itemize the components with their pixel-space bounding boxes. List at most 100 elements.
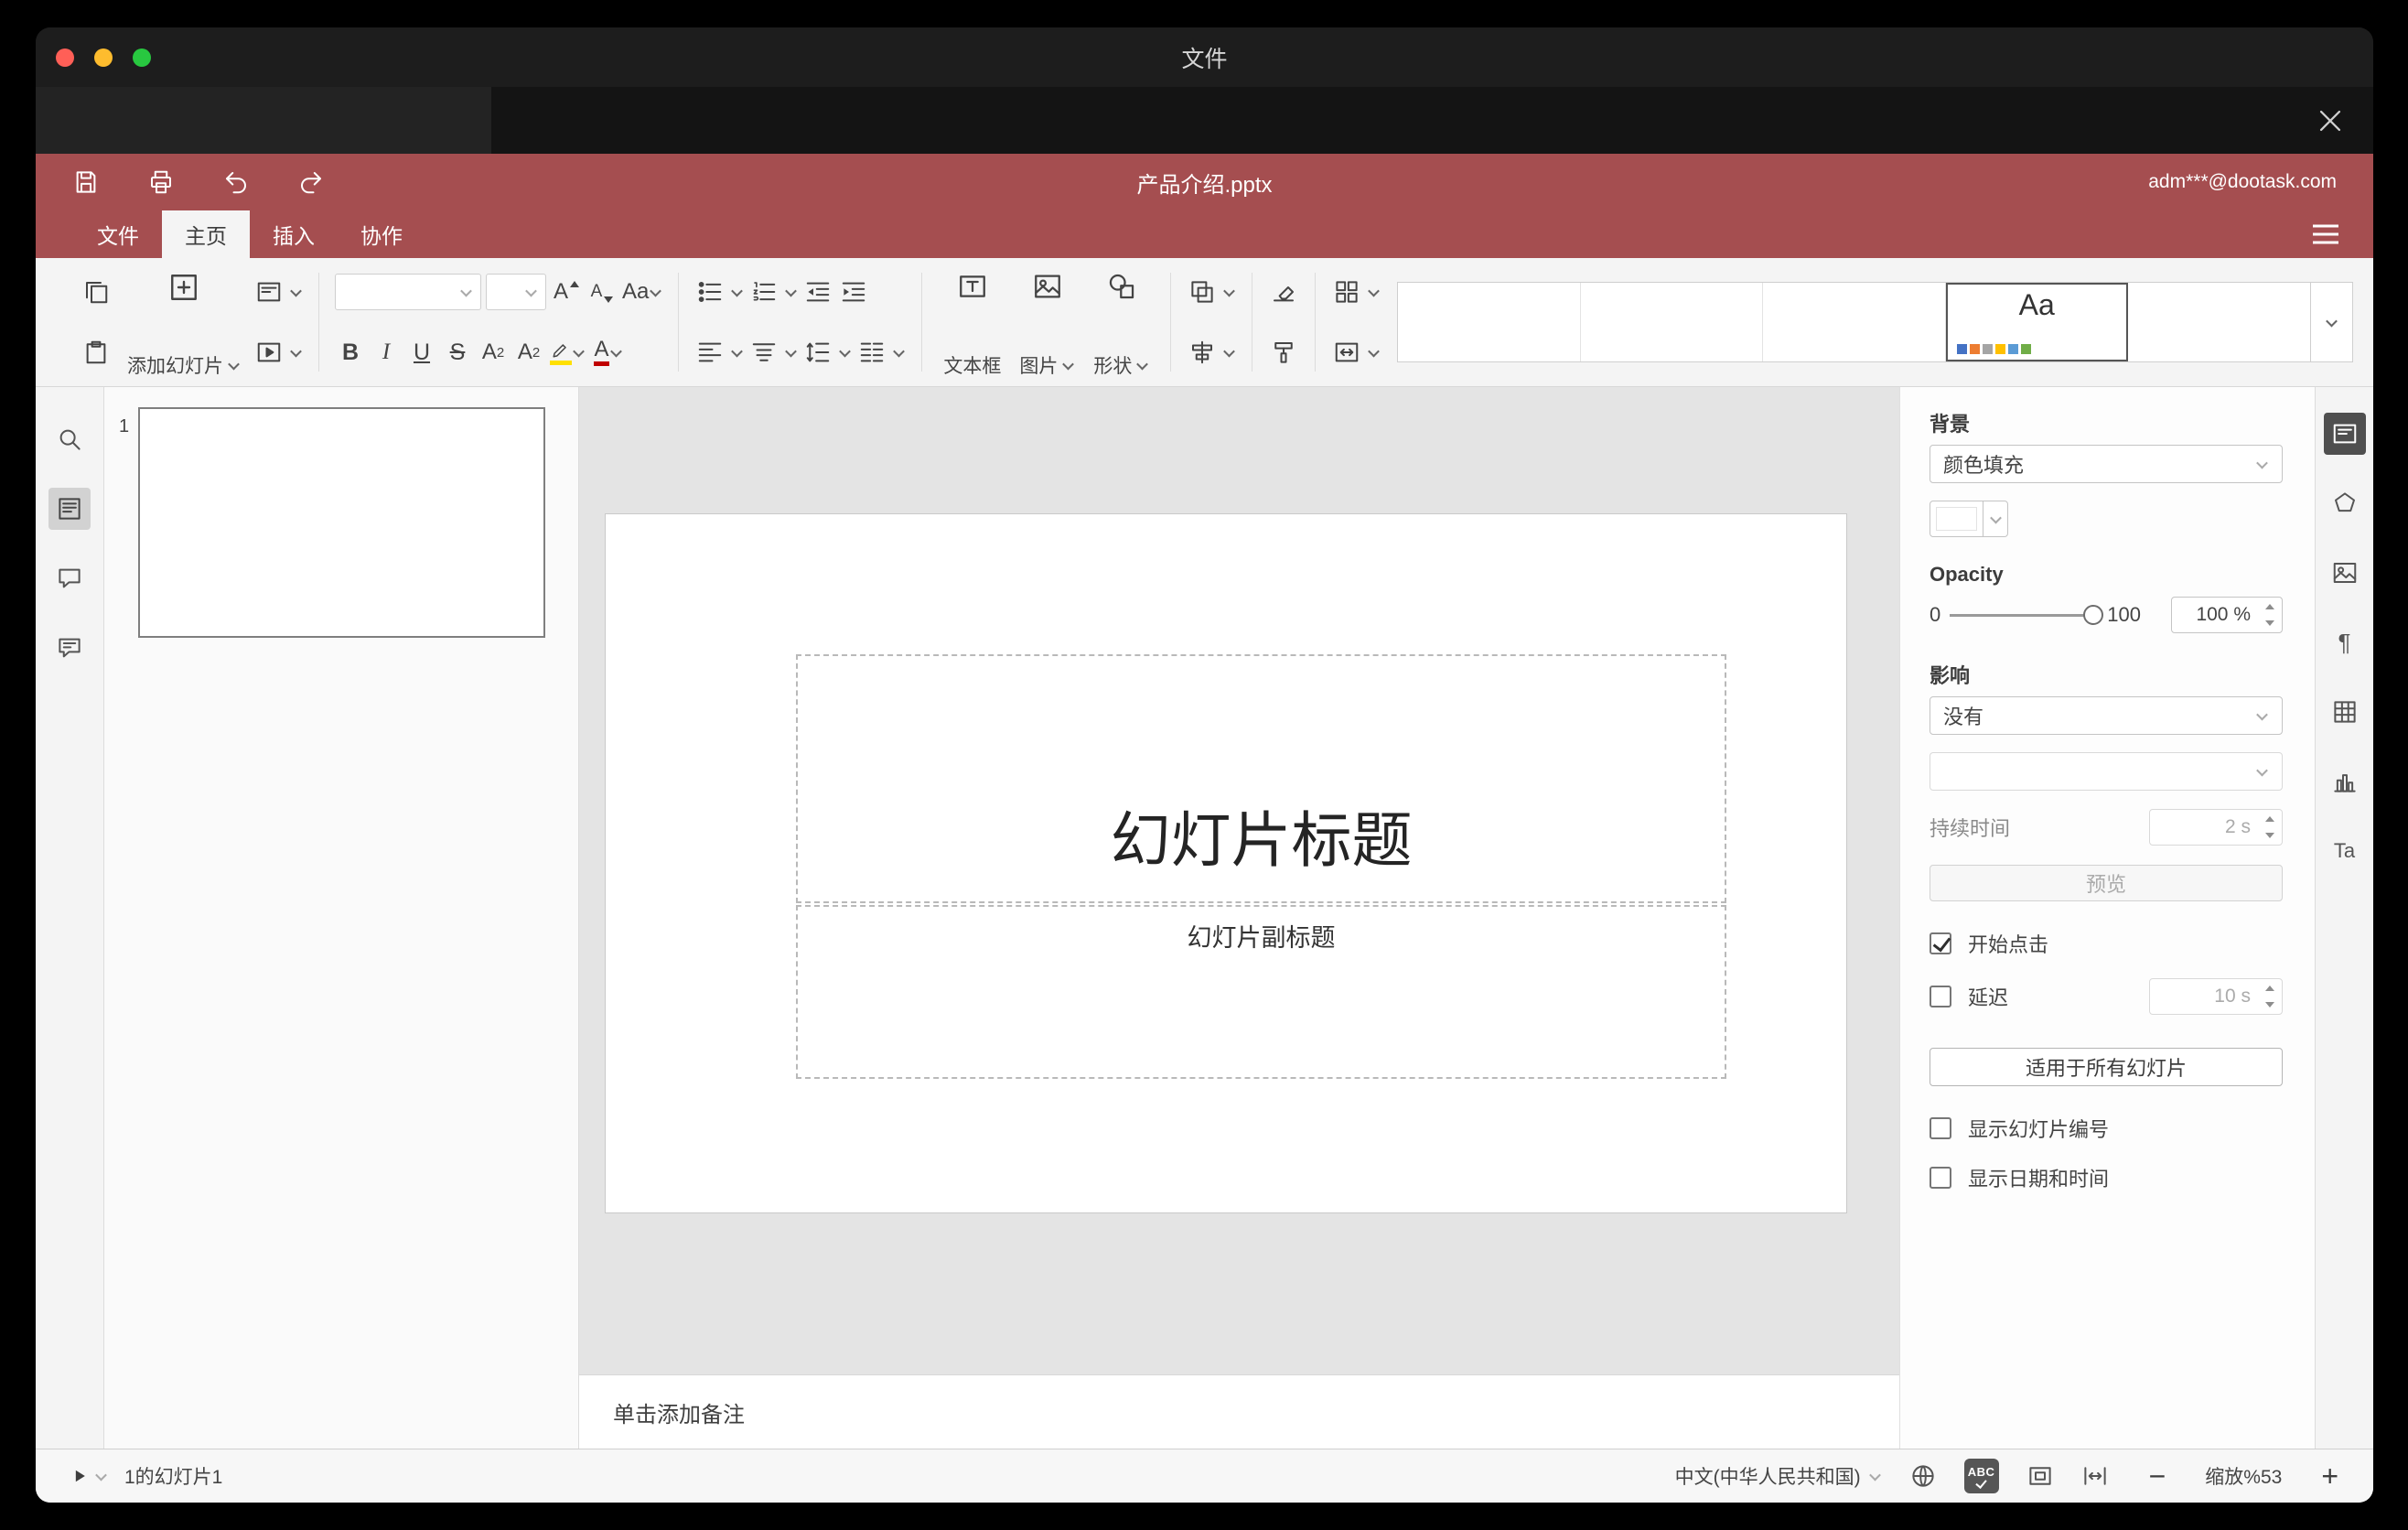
tab-file[interactable]: 文件 [74, 210, 162, 258]
tab-insert[interactable]: 插入 [250, 210, 338, 258]
start-slideshow-button[interactable] [70, 1467, 108, 1485]
effect-option-select[interactable] [1930, 752, 2283, 791]
zoom-out-button[interactable]: − [2149, 1461, 2166, 1491]
menu-icon[interactable] [2313, 224, 2338, 244]
theme-item[interactable] [1580, 283, 1764, 361]
opacity-slider[interactable] [1950, 605, 2104, 625]
slides-panel-icon[interactable] [48, 488, 91, 530]
font-size-combo[interactable] [486, 274, 546, 310]
copy-icon[interactable] [78, 274, 114, 310]
save-icon[interactable] [72, 168, 100, 196]
spellcheck-toggle[interactable]: ABC [1963, 1459, 1999, 1493]
search-icon[interactable] [48, 418, 91, 460]
print-icon[interactable] [147, 168, 175, 196]
decrease-font-button[interactable]: A [586, 274, 618, 310]
change-case-button[interactable]: Aa [622, 274, 662, 310]
tab-home[interactable]: 主页 [162, 210, 250, 258]
clear-style-icon[interactable] [1268, 274, 1299, 310]
increase-indent-icon[interactable] [838, 274, 869, 310]
underline-button[interactable]: U [406, 334, 437, 371]
theme-item-selected[interactable]: Aa [1945, 283, 2129, 361]
show-date-time-checkbox[interactable] [1930, 1167, 1951, 1189]
zoom-traffic-light[interactable] [133, 48, 151, 67]
zoom-in-button[interactable]: + [2321, 1461, 2338, 1491]
show-slide-number-checkbox[interactable] [1930, 1117, 1951, 1139]
opacity-spinner[interactable]: 100 % [2171, 597, 2283, 633]
globe-icon[interactable] [1909, 1462, 1937, 1490]
background-color-picker[interactable] [1930, 501, 2008, 537]
start-on-click-label: 开始点击 [1968, 933, 2049, 956]
background-label: 背景 [1930, 413, 1971, 436]
start-on-click-checkbox[interactable] [1930, 932, 1951, 954]
undo-icon[interactable] [222, 168, 250, 196]
shape-settings-icon[interactable] [2324, 482, 2366, 524]
notes-area[interactable]: 单击添加备注 [579, 1374, 1899, 1449]
close-traffic-light[interactable] [56, 48, 74, 67]
textbox-button[interactable]: 文本框 [934, 258, 1010, 386]
vertical-align-icon[interactable] [748, 334, 779, 371]
shape-button[interactable]: 形状 [1084, 258, 1158, 386]
background-fill-select[interactable]: 颜色填充 [1930, 445, 2283, 483]
highlight-color-button[interactable] [549, 334, 586, 371]
add-slide-button[interactable]: 添加幻灯片 [118, 258, 250, 386]
chat-icon[interactable] [48, 627, 91, 669]
delay-spinner[interactable]: 10 s [2149, 978, 2283, 1015]
font-color-button[interactable]: A [590, 334, 627, 371]
color-picker-chevron-icon[interactable] [1983, 501, 2007, 536]
color-scheme-icon[interactable] [1331, 274, 1362, 310]
theme-item[interactable] [2128, 283, 2311, 361]
fit-slide-icon[interactable] [2026, 1462, 2054, 1490]
slide-size-icon[interactable] [1331, 334, 1362, 371]
arrange-shape-icon[interactable] [1187, 274, 1218, 310]
theme-item[interactable] [1763, 283, 1946, 361]
horizontal-align-icon[interactable] [694, 334, 726, 371]
slide-thumbnails-panel: 1 [104, 387, 579, 1449]
preview-button[interactable]: 预览 [1930, 865, 2283, 901]
bullet-list-icon[interactable] [694, 274, 726, 310]
chart-settings-icon[interactable] [2324, 760, 2366, 803]
start-slideshow-icon[interactable] [253, 334, 285, 371]
font-family-combo[interactable] [335, 274, 481, 310]
image-button[interactable]: 图片 [1010, 258, 1084, 386]
ribbon-tabs: 文件 主页 插入 协作 [36, 210, 2373, 258]
copy-style-icon[interactable] [1268, 334, 1299, 371]
columns-icon[interactable] [856, 334, 887, 371]
table-settings-icon[interactable] [2324, 691, 2366, 733]
workspace: 1 幻灯片标题 幻灯片副标题 单击添加备注 背景 颜色填充 Opacity 0 … [36, 387, 2373, 1449]
apply-to-all-slides-button[interactable]: 适用于所有幻灯片 [1930, 1048, 2283, 1086]
opacity-slider-knob[interactable] [2083, 605, 2104, 625]
tab-collaboration[interactable]: 协作 [338, 210, 425, 258]
language-selector[interactable]: 中文(中华人民共和国) [1675, 1462, 1882, 1490]
comments-icon[interactable] [48, 557, 91, 599]
redo-icon[interactable] [297, 168, 325, 196]
textart-settings-icon[interactable]: Ta [2324, 830, 2366, 872]
close-icon[interactable] [2309, 100, 2351, 142]
gallery-expand-icon[interactable] [2310, 283, 2352, 361]
duration-spinner[interactable]: 2 s [2149, 809, 2283, 846]
slide-title-placeholder[interactable]: 幻灯片标题 [796, 654, 1726, 903]
minimize-traffic-light[interactable] [94, 48, 113, 67]
strikethrough-button[interactable]: S [442, 334, 473, 371]
slide-subtitle-placeholder[interactable]: 幻灯片副标题 [796, 905, 1726, 1079]
slide[interactable]: 幻灯片标题 幻灯片副标题 [606, 514, 1846, 1212]
italic-button[interactable]: I [371, 334, 402, 371]
bold-button[interactable]: B [335, 334, 366, 371]
increase-font-button[interactable]: A [551, 274, 582, 310]
image-settings-icon[interactable] [2324, 552, 2366, 594]
align-shape-icon[interactable] [1187, 334, 1218, 371]
numbered-list-icon[interactable] [748, 274, 779, 310]
delay-checkbox[interactable] [1930, 986, 1951, 1007]
app-header: 产品介绍.pptx adm***@dootask.com [36, 154, 2373, 210]
fit-width-icon[interactable] [2081, 1462, 2109, 1490]
line-spacing-icon[interactable] [802, 334, 833, 371]
slide-thumbnail[interactable] [138, 407, 545, 638]
subscript-button[interactable]: A2 [513, 334, 544, 371]
theme-item[interactable] [1398, 283, 1581, 361]
paste-icon[interactable] [78, 334, 114, 371]
slide-settings-icon[interactable] [2323, 413, 2366, 455]
decrease-indent-icon[interactable] [802, 274, 833, 310]
paragraph-settings-icon[interactable]: ¶ [2324, 621, 2366, 663]
effect-select[interactable]: 没有 [1930, 696, 2283, 735]
slide-layout-icon[interactable] [253, 274, 285, 310]
superscript-button[interactable]: A2 [478, 334, 509, 371]
